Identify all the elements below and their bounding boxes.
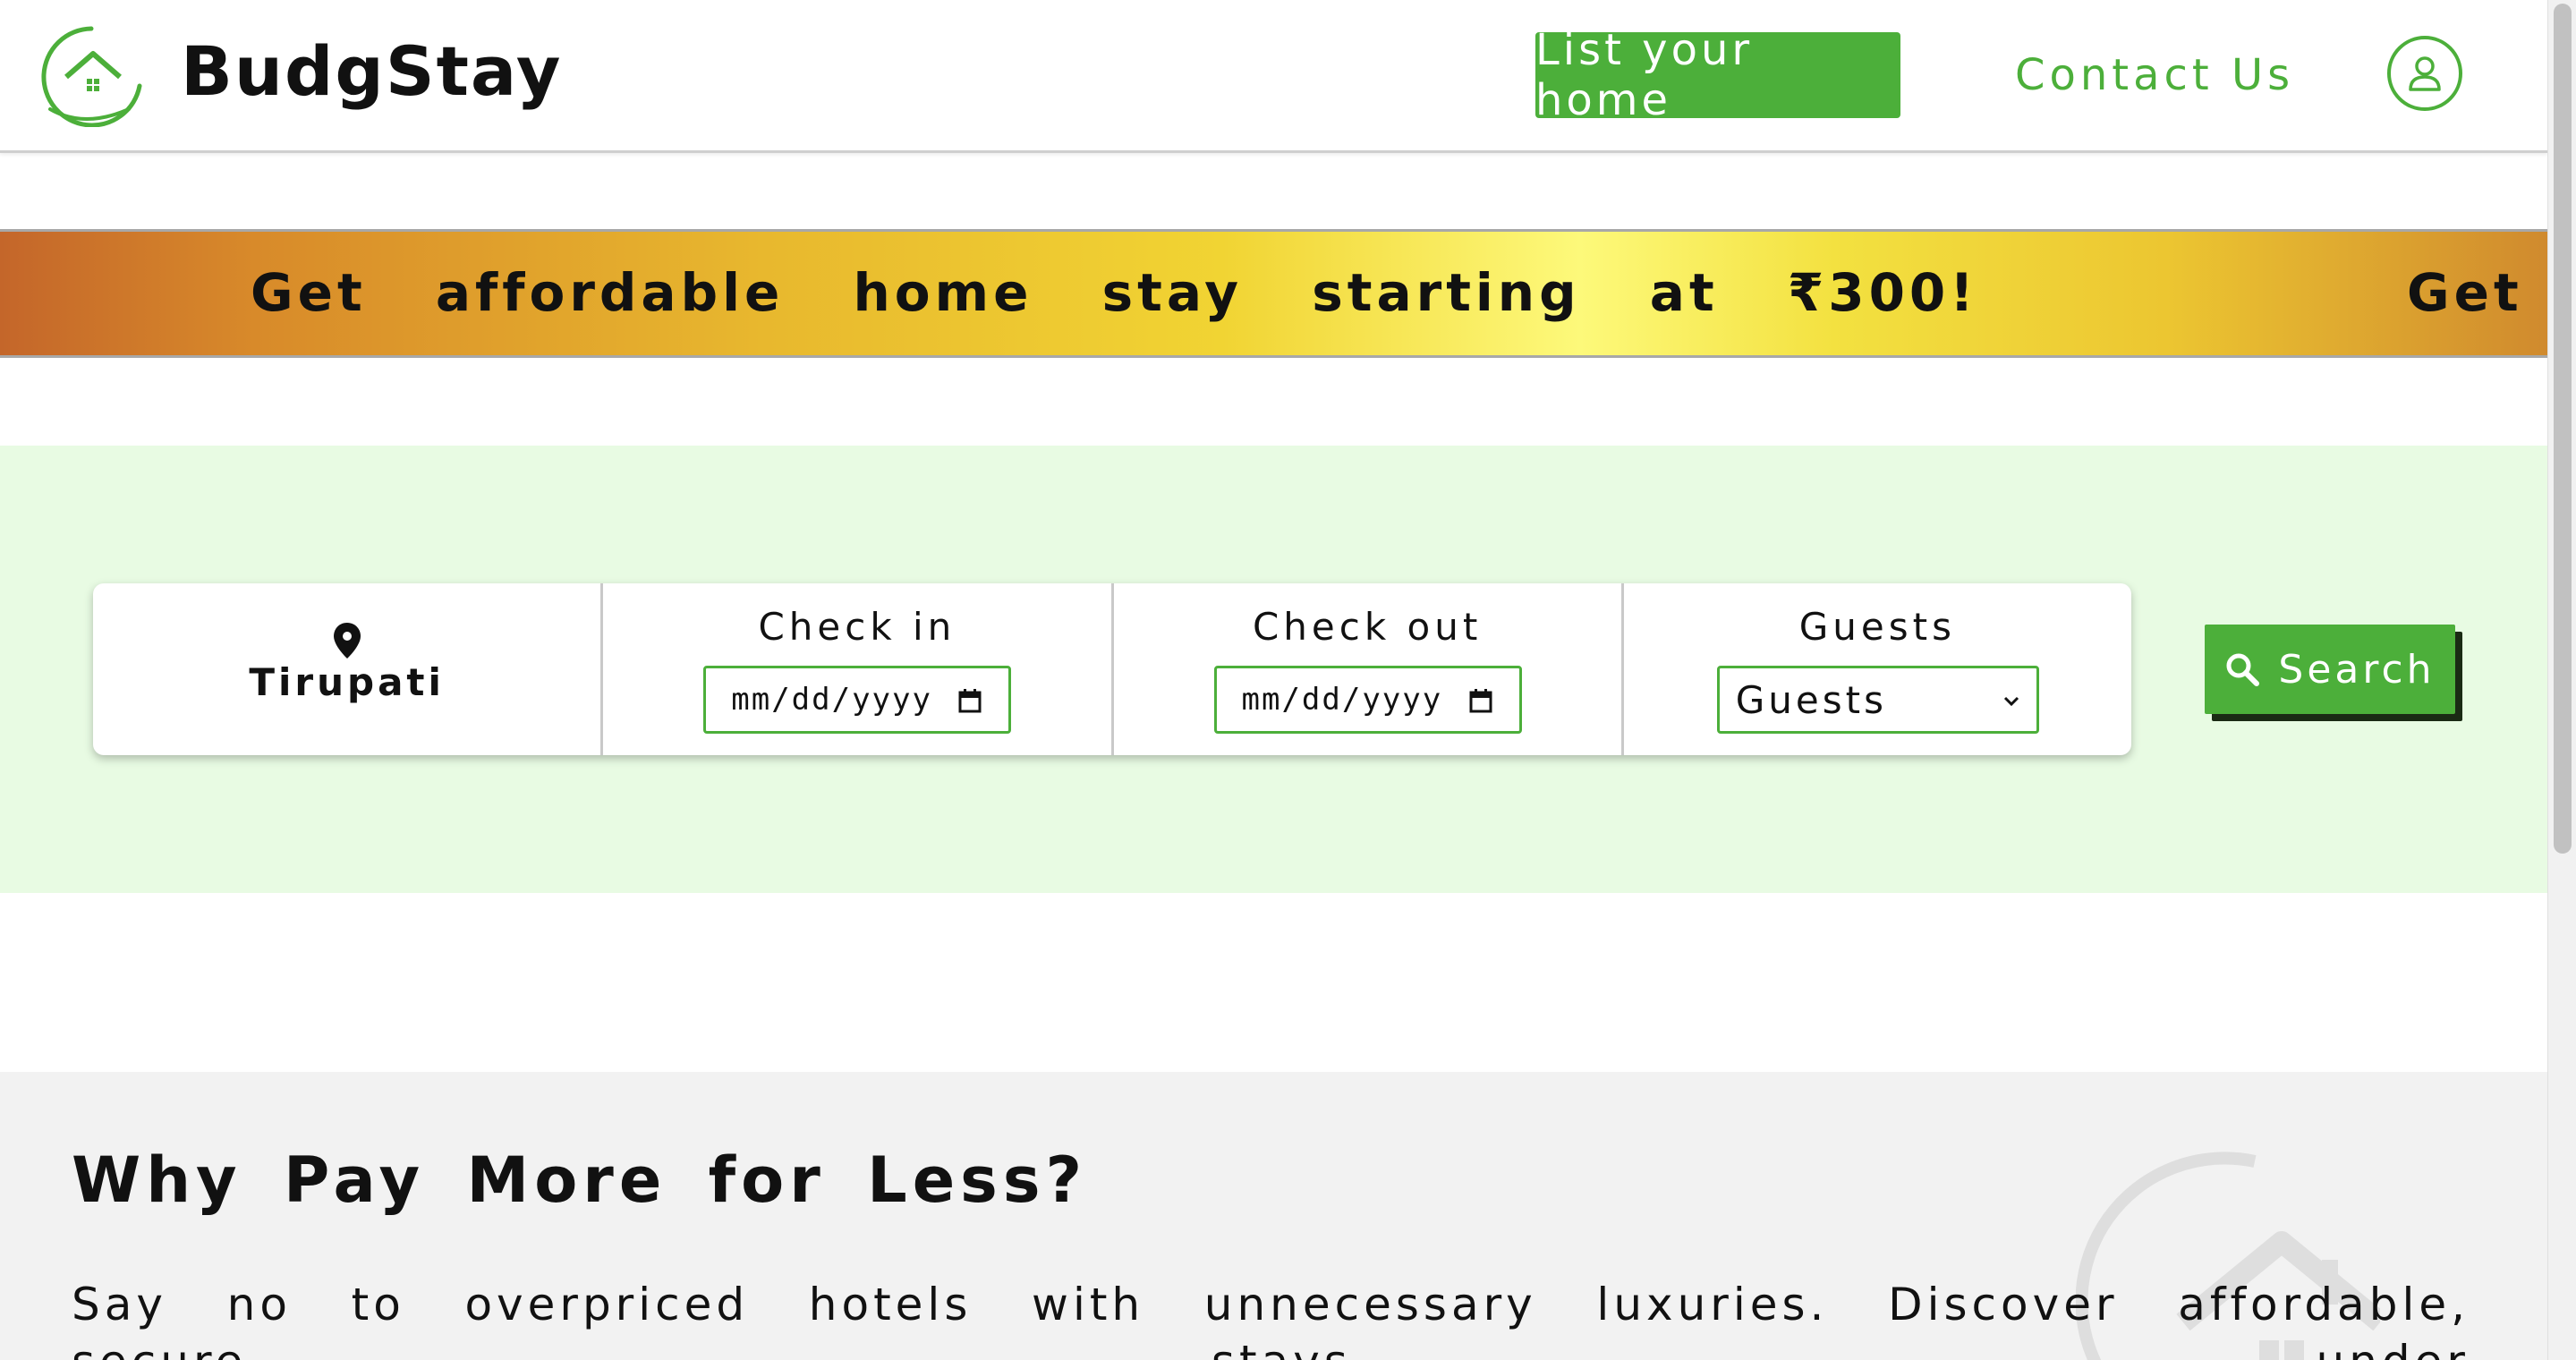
search-bar: Tirupati Check in mm/dd/yyyy Check out m…: [93, 583, 2131, 755]
logo-icon[interactable]: [39, 23, 147, 127]
guests-select[interactable]: Guests: [1716, 666, 2039, 734]
chevron-down-icon: [2003, 696, 2019, 707]
calendar-icon[interactable]: [1469, 688, 1492, 713]
calendar-icon[interactable]: [958, 688, 982, 713]
location-cell[interactable]: Tirupati: [93, 583, 604, 755]
why-title: Why Pay More for Less?: [72, 1143, 1088, 1217]
check-out-input[interactable]: mm/dd/yyyy: [1213, 666, 1522, 734]
page-scrollbar[interactable]: [2547, 0, 2576, 1360]
user-account-button[interactable]: [2387, 36, 2462, 111]
promo-text-repeat: Get: [2407, 262, 2523, 323]
guests-selected-value: Guests: [1735, 677, 1887, 722]
list-your-home-button[interactable]: List your home: [1535, 25, 1900, 125]
site-header: BudgStay List your home Contact Us: [0, 0, 2547, 153]
scrollbar-thumb[interactable]: [2554, 4, 2572, 854]
why-section: Why Pay More for Less? Say no to overpri…: [0, 1072, 2547, 1360]
check-out-cell: Check out mm/dd/yyyy: [1114, 583, 1624, 755]
why-text: Say no to overpriced hotels with unneces…: [72, 1279, 2470, 1360]
check-out-placeholder: mm/dd/yyyy: [1241, 682, 1443, 718]
check-in-input[interactable]: mm/dd/yyyy: [703, 666, 1012, 734]
location-value: Tirupati: [249, 660, 445, 704]
search-section: Tirupati Check in mm/dd/yyyy Check out m…: [0, 446, 2547, 893]
check-in-cell: Check in mm/dd/yyyy: [603, 583, 1114, 755]
guests-label: Guests: [1798, 605, 1956, 649]
search-button-label: Search: [2278, 646, 2436, 693]
search-icon: [2226, 653, 2260, 686]
brand-name[interactable]: BudgStay: [181, 29, 562, 115]
promo-banner: Get affordable home stay starting at ₹30…: [0, 229, 2547, 358]
contact-us-link[interactable]: Contact Us: [2015, 47, 2294, 104]
map-pin-icon: [334, 623, 361, 659]
check-in-placeholder: mm/dd/yyyy: [731, 682, 932, 718]
promo-text: Get affordable home stay starting at ₹30…: [251, 262, 1978, 323]
search-button[interactable]: Search: [2205, 625, 2455, 714]
check-in-label: Check in: [758, 605, 956, 649]
user-icon: [2409, 56, 2441, 91]
guests-cell: Guests Guests: [1624, 583, 2131, 755]
check-out-label: Check out: [1252, 605, 1483, 649]
